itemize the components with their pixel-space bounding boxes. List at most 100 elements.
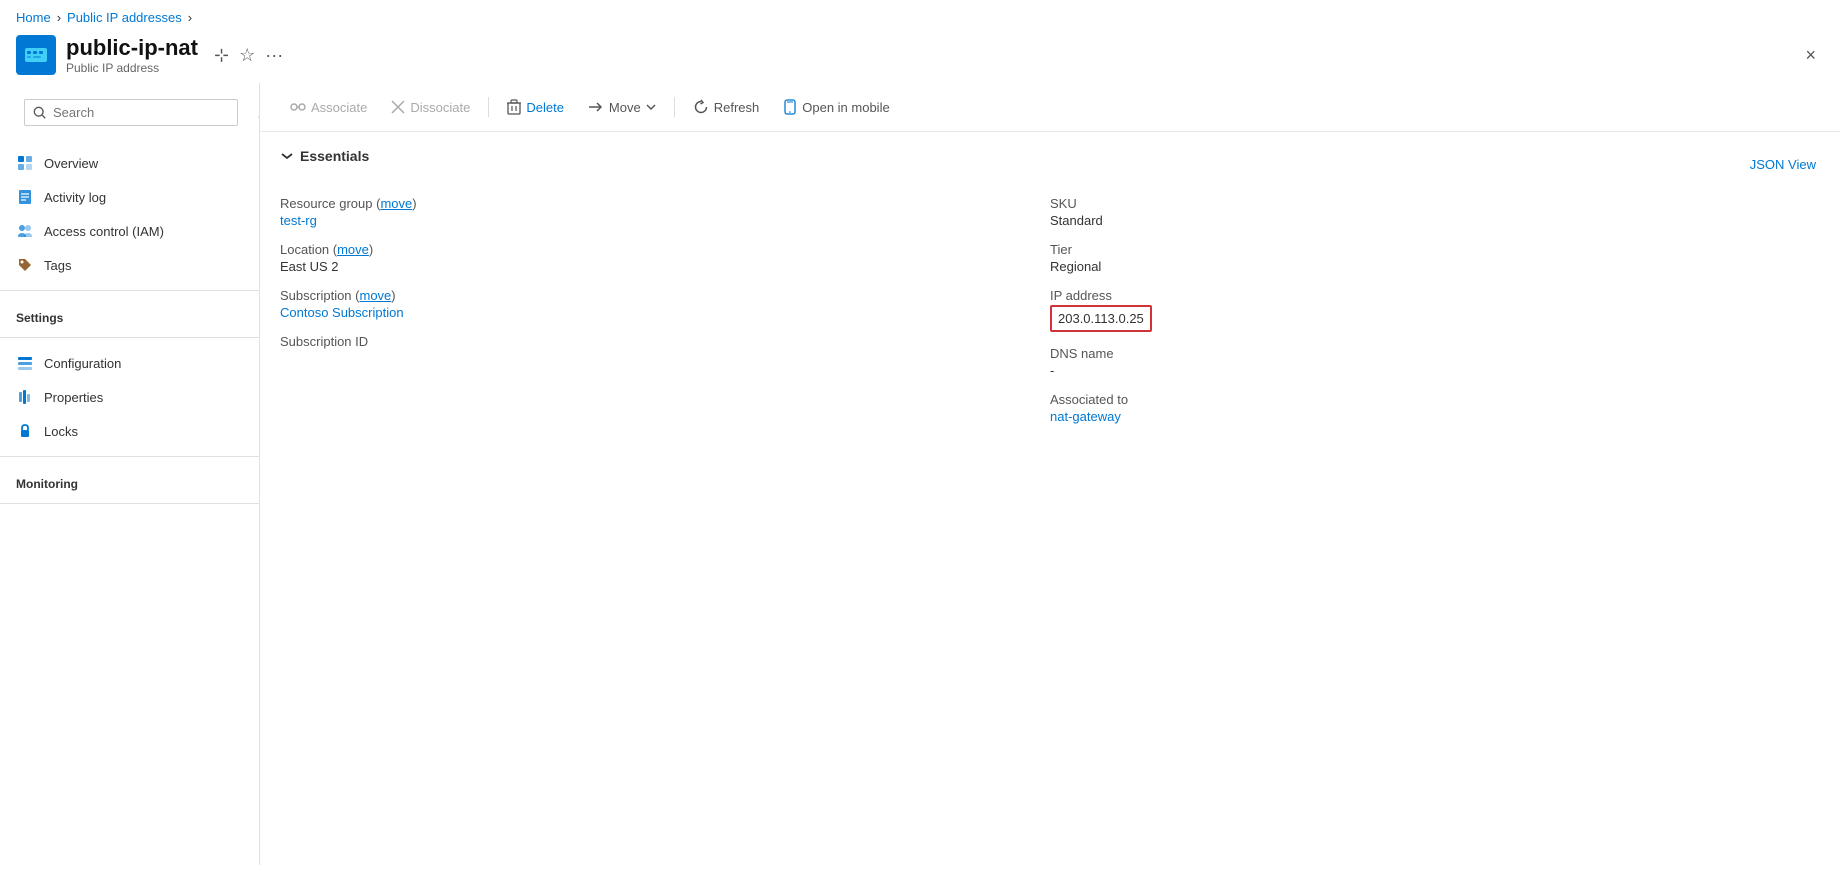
move-dropdown-icon: [646, 103, 656, 111]
resource-group-value[interactable]: test-rg: [280, 213, 1050, 228]
close-button[interactable]: ×: [1797, 41, 1824, 70]
sidebar-item-locks[interactable]: Locks: [0, 414, 259, 448]
main-content: Associate Dissociate Delete Move Refresh: [260, 83, 1840, 865]
sidebar-item-access-control-label: Access control (IAM): [44, 224, 164, 239]
page-subtitle: Public IP address: [66, 61, 198, 75]
sidebar-item-configuration[interactable]: Configuration: [0, 346, 259, 380]
sidebar-item-properties-label: Properties: [44, 390, 103, 405]
resource-group-label: Resource group (move): [280, 196, 1050, 211]
sidebar-item-overview-label: Overview: [44, 156, 98, 171]
essentials-grid: Resource group (move) test-rg Location (…: [280, 196, 1820, 438]
location-move-link[interactable]: move: [337, 242, 369, 257]
delete-button[interactable]: Delete: [497, 93, 574, 121]
sidebar-item-tags-label: Tags: [44, 258, 71, 273]
delete-label: Delete: [526, 100, 564, 115]
field-ip-address: IP address 203.0.113.0.25: [1050, 288, 1820, 332]
sidebar-item-locks-label: Locks: [44, 424, 78, 439]
sidebar-item-tags[interactable]: Tags: [0, 248, 259, 282]
essentials-right: SKU Standard Tier Regional IP address 20…: [1050, 196, 1820, 438]
move-button[interactable]: Move: [578, 94, 666, 121]
sidebar-item-activity-log[interactable]: Activity log: [0, 180, 259, 214]
field-subscription: Subscription (move) Contoso Subscription: [280, 288, 1050, 320]
sidebar-divider-4: [0, 503, 259, 504]
sidebar-item-configuration-label: Configuration: [44, 356, 121, 371]
more-icon[interactable]: ···: [265, 45, 283, 66]
associate-icon: [290, 99, 306, 115]
overview-icon: [16, 154, 34, 172]
open-mobile-label: Open in mobile: [802, 100, 889, 115]
sidebar-divider-2: [0, 337, 259, 338]
breadcrumb-sep2: ›: [188, 10, 192, 25]
header-icons: ⊹ ☆ ···: [214, 45, 283, 66]
toolbar: Associate Dissociate Delete Move Refresh: [260, 83, 1840, 132]
main-layout: « Overview Activity log Access control (…: [0, 83, 1840, 865]
subscription-label: Subscription (move): [280, 288, 1050, 303]
pin-icon[interactable]: ⊹: [214, 45, 229, 66]
breadcrumb-public-ip[interactable]: Public IP addresses: [67, 10, 182, 25]
associate-label: Associate: [311, 100, 367, 115]
open-mobile-button[interactable]: Open in mobile: [773, 93, 899, 121]
sidebar-divider-1: [0, 290, 259, 291]
configuration-icon: [16, 354, 34, 372]
breadcrumb-sep1: ›: [57, 10, 61, 25]
page-header: public-ip-nat Public IP address ⊹ ☆ ··· …: [0, 31, 1840, 83]
page-title: public-ip-nat: [66, 35, 198, 61]
sidebar-item-properties[interactable]: Properties: [0, 380, 259, 414]
sidebar: « Overview Activity log Access control (…: [0, 83, 260, 865]
search-box: [24, 99, 238, 126]
associated-to-value[interactable]: nat-gateway: [1050, 409, 1820, 424]
ip-address-label: IP address: [1050, 288, 1820, 303]
field-dns-name: DNS name -: [1050, 346, 1820, 378]
resource-group-move-link[interactable]: move: [380, 196, 412, 211]
refresh-button[interactable]: Refresh: [683, 93, 770, 121]
toolbar-divider-2: [674, 97, 675, 117]
essentials-chevron-icon: [280, 149, 294, 163]
field-associated-to: Associated to nat-gateway: [1050, 392, 1820, 424]
dns-name-value: -: [1050, 363, 1820, 378]
favorite-icon[interactable]: ☆: [239, 45, 255, 66]
essentials-left: Resource group (move) test-rg Location (…: [280, 196, 1050, 438]
associate-button[interactable]: Associate: [280, 93, 377, 121]
search-icon: [33, 106, 47, 120]
subscription-value[interactable]: Contoso Subscription: [280, 305, 1050, 320]
search-input[interactable]: [53, 105, 229, 120]
open-mobile-icon: [783, 99, 797, 115]
field-location: Location (move) East US 2: [280, 242, 1050, 274]
sidebar-divider-3: [0, 456, 259, 457]
dissociate-label: Dissociate: [410, 100, 470, 115]
field-resource-group: Resource group (move) test-rg: [280, 196, 1050, 228]
resource-icon: [16, 35, 56, 75]
dissociate-button[interactable]: Dissociate: [381, 94, 480, 121]
monitoring-section-label: Monitoring: [0, 465, 259, 495]
field-tier: Tier Regional: [1050, 242, 1820, 274]
location-label: Location (move): [280, 242, 1050, 257]
associated-to-label: Associated to: [1050, 392, 1820, 407]
breadcrumb-home[interactable]: Home: [16, 10, 51, 25]
field-sku: SKU Standard: [1050, 196, 1820, 228]
refresh-label: Refresh: [714, 100, 760, 115]
sidebar-item-access-control[interactable]: Access control (IAM): [0, 214, 259, 248]
delete-icon: [507, 99, 521, 115]
subscription-move-link[interactable]: move: [359, 288, 391, 303]
settings-section-label: Settings: [0, 299, 259, 329]
essentials-label: Essentials: [300, 148, 369, 164]
field-subscription-id: Subscription ID: [280, 334, 1050, 366]
sidebar-item-activity-log-label: Activity log: [44, 190, 106, 205]
dissociate-icon: [391, 100, 405, 114]
essentials-section: Essentials JSON View Resource group (mov…: [260, 132, 1840, 454]
move-icon: [588, 100, 604, 114]
tier-label: Tier: [1050, 242, 1820, 257]
subscription-id-label: Subscription ID: [280, 334, 1050, 349]
ip-address-value: 203.0.113.0.25: [1058, 311, 1144, 326]
ip-address-highlight: 203.0.113.0.25: [1050, 305, 1152, 332]
access-control-icon: [16, 222, 34, 240]
sku-value: Standard: [1050, 213, 1820, 228]
properties-icon: [16, 388, 34, 406]
sku-label: SKU: [1050, 196, 1820, 211]
sidebar-item-overview[interactable]: Overview: [0, 146, 259, 180]
locks-icon: [16, 422, 34, 440]
essentials-header: Essentials: [280, 148, 369, 164]
json-view-link[interactable]: JSON View: [1750, 157, 1820, 172]
toolbar-divider-1: [488, 97, 489, 117]
breadcrumb: Home › Public IP addresses ›: [0, 0, 1840, 31]
